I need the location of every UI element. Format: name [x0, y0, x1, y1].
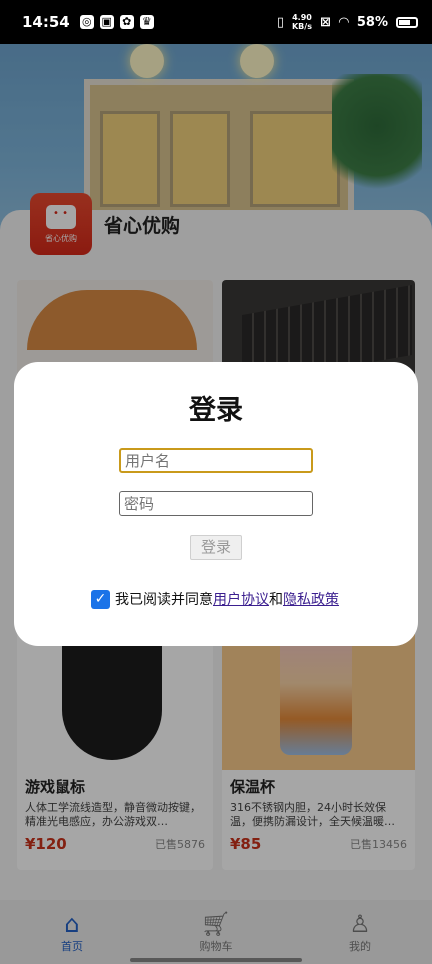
wifi-icon: ◠: [338, 14, 349, 30]
username-input[interactable]: [119, 448, 313, 473]
battery-percent: 58%: [356, 14, 388, 30]
app-notification-icon: ▣: [99, 15, 114, 29]
app-notification-icon: ✿: [119, 15, 134, 29]
user-agreement-link[interactable]: 用户协议: [213, 589, 269, 609]
login-dialog: 登录 登录 ✓ 我已阅读并同意 用户协议 和 隐私政策: [14, 362, 418, 646]
dialog-title: 登录: [189, 395, 243, 426]
vibrate-icon: ▯: [276, 14, 284, 30]
battery-icon: [396, 16, 418, 28]
privacy-policy-link[interactable]: 隐私政策: [283, 589, 339, 609]
app-notification-icon: ◎: [79, 15, 94, 29]
sim-icon: ⊠: [319, 14, 331, 30]
notification-icons: ◎ ▣ ✿ ♛: [79, 15, 154, 29]
status-right: ▯ 4.90 KB/s ⊠ ◠ 58%: [277, 13, 418, 31]
agree-checkbox[interactable]: ✓: [91, 589, 110, 609]
status-time: 14:54: [22, 13, 70, 31]
agreement-row: ✓ 我已阅读并同意 用户协议 和 隐私政策: [91, 589, 339, 609]
agree-and-text: 和: [269, 592, 283, 608]
status-bar: 14:54 ◎ ▣ ✿ ♛ ▯ 4.90 KB/s ⊠ ◠ 58%: [0, 0, 432, 44]
password-input[interactable]: [119, 491, 313, 516]
agree-text: 我已阅读并同意: [115, 592, 213, 608]
login-button[interactable]: 登录: [190, 535, 242, 560]
crown-icon: ♛: [139, 15, 154, 29]
network-speed: 4.90 KB/s: [291, 13, 312, 31]
